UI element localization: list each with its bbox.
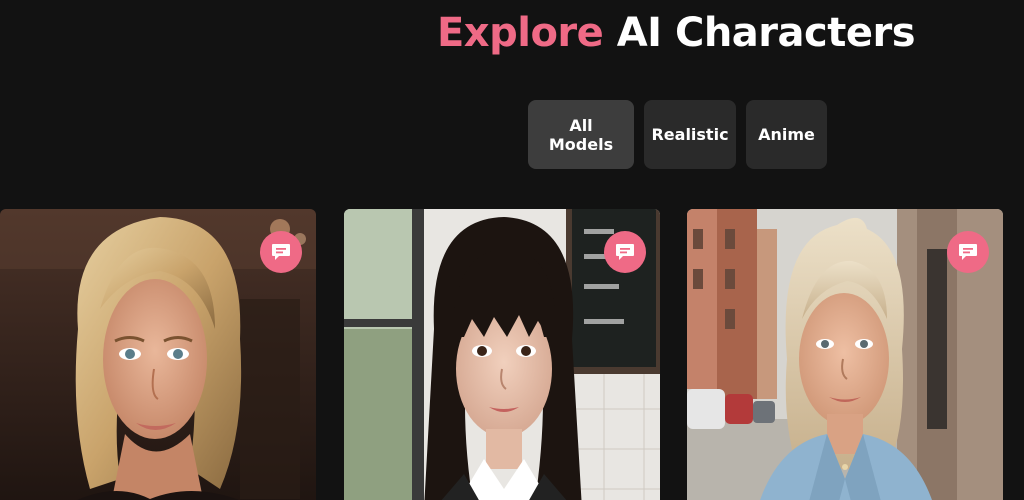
title-rest: AI Characters bbox=[603, 10, 916, 56]
chat-button[interactable] bbox=[260, 231, 302, 273]
title-accent: Explore bbox=[436, 10, 604, 56]
filter-anime-button[interactable]: Anime bbox=[746, 100, 827, 169]
character-grid bbox=[0, 209, 1024, 500]
chat-icon bbox=[959, 244, 977, 260]
chat-button[interactable] bbox=[947, 231, 989, 273]
page: Explore AI Characters All Models Realist… bbox=[0, 0, 1024, 500]
filter-realistic-button[interactable]: Realistic bbox=[644, 100, 736, 169]
filter-all-models-button[interactable]: All Models bbox=[528, 100, 634, 169]
chat-icon bbox=[616, 244, 634, 260]
chat-icon bbox=[272, 244, 290, 260]
character-card[interactable] bbox=[344, 209, 660, 500]
model-filter-bar: All Models Realistic Anime bbox=[528, 100, 827, 169]
page-title: Explore AI Characters bbox=[0, 10, 1024, 56]
character-card[interactable] bbox=[0, 209, 316, 500]
character-card[interactable] bbox=[687, 209, 1003, 500]
chat-button[interactable] bbox=[604, 231, 646, 273]
